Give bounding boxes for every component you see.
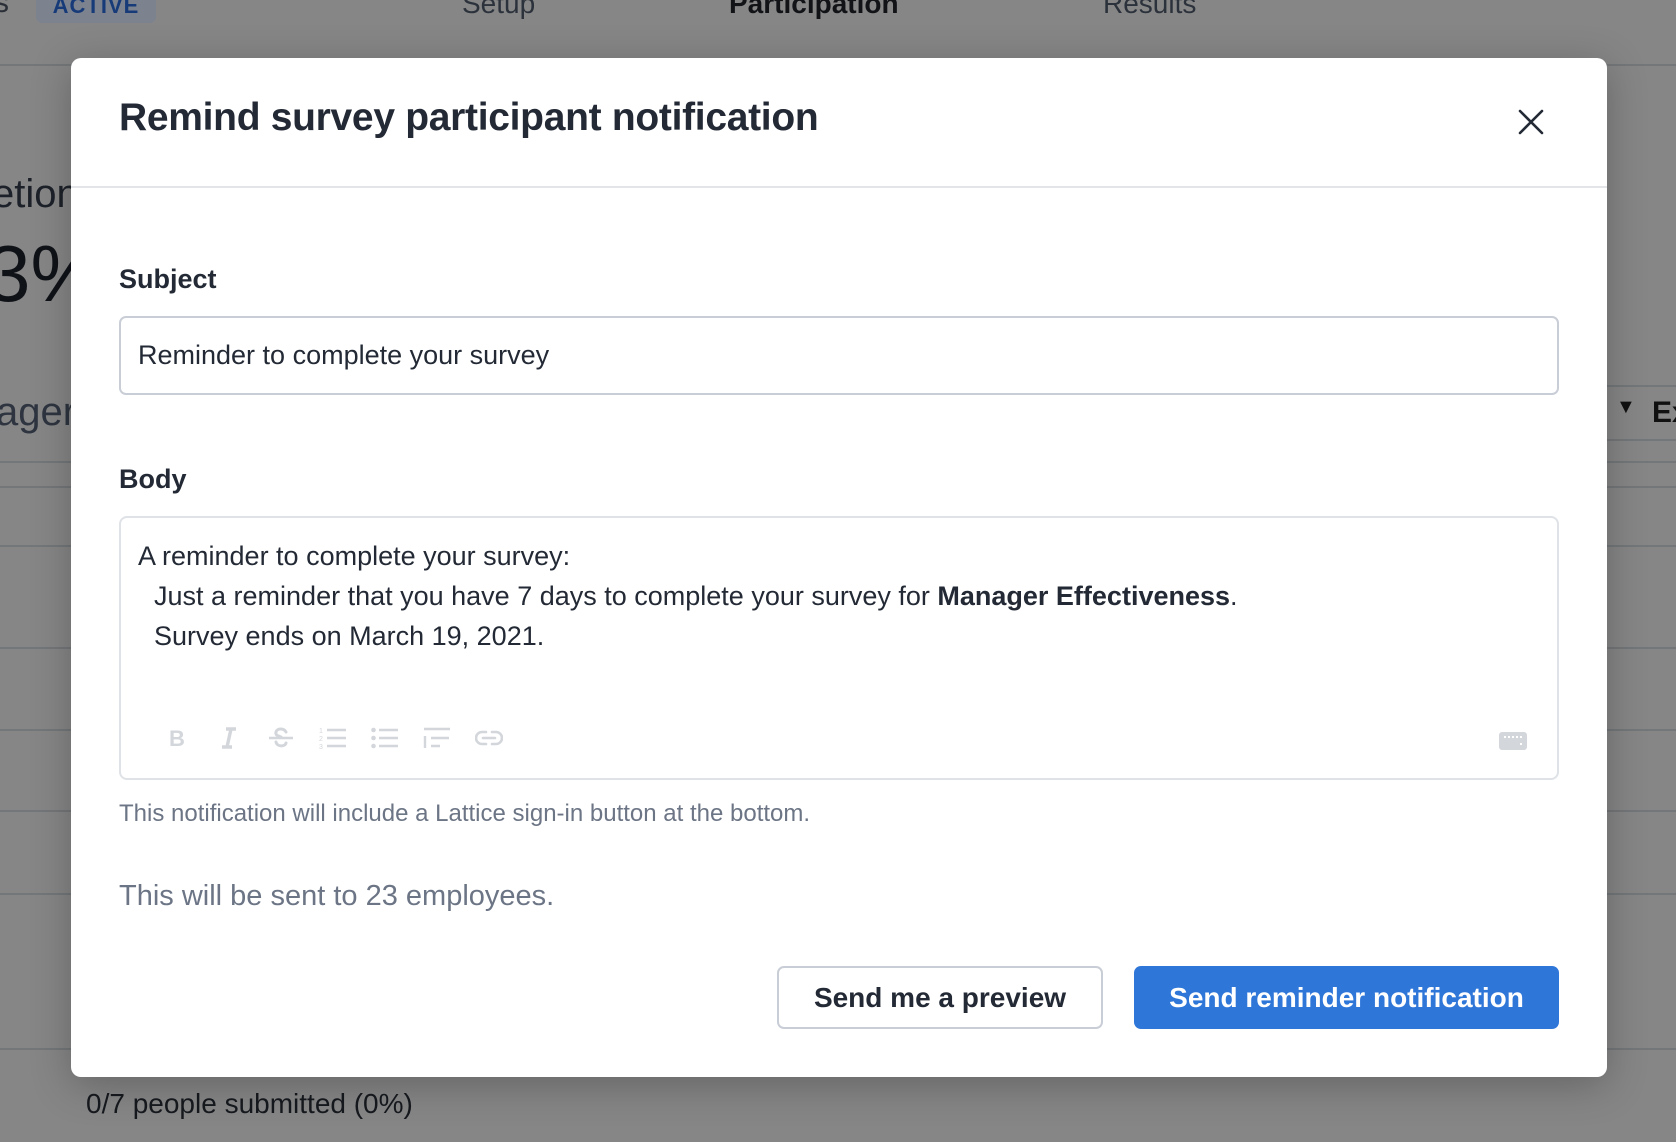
- completion-label: etion: [0, 172, 79, 216]
- send-preview-button[interactable]: Send me a preview: [777, 966, 1103, 1029]
- caret-down-icon[interactable]: ▼: [1616, 396, 1636, 419]
- link-icon: [475, 730, 503, 746]
- status-badge: ACTIVE: [36, 0, 156, 23]
- remind-notification-modal: Remind survey participant notification S…: [71, 58, 1607, 1077]
- svg-text:3: 3: [319, 744, 323, 750]
- svg-text:1: 1: [319, 728, 323, 735]
- page-title-fragment: s: [0, 0, 9, 19]
- close-icon: [1518, 109, 1544, 135]
- send-reminder-button[interactable]: Send reminder notification: [1134, 966, 1559, 1029]
- close-button[interactable]: [1511, 102, 1551, 142]
- body-label: Body: [119, 464, 187, 494]
- italic-icon: [222, 727, 236, 749]
- svg-text:B: B: [169, 727, 185, 749]
- keyboard-icon: [1499, 732, 1527, 750]
- formatting-toolbar: B 1 2 3: [151, 722, 515, 754]
- body-text-span: Just a reminder that you have 7 days to …: [154, 581, 938, 611]
- link-button[interactable]: [463, 722, 515, 754]
- recipients-count: This will be sent to 23 employees.: [119, 880, 555, 912]
- manager-filter-label: ager: [0, 390, 77, 434]
- bullet-list-icon: [371, 727, 398, 749]
- numbered-list-icon: 1 2 3: [319, 728, 346, 750]
- keyboard-shortcuts-button[interactable]: [1499, 732, 1527, 750]
- indent-icon: [423, 727, 450, 748]
- bullet-list-button[interactable]: [359, 722, 411, 754]
- tab-results[interactable]: Results: [1103, 0, 1196, 20]
- divider: [1607, 385, 1676, 387]
- submitted-count: 0/7 people submitted (0%): [86, 1088, 413, 1119]
- helper-text: This notification will include a Lattice…: [119, 800, 811, 827]
- bold-icon: B: [169, 727, 185, 749]
- indent-button[interactable]: [411, 722, 463, 754]
- italic-button[interactable]: [203, 722, 255, 754]
- tab-setup[interactable]: Setup: [462, 0, 535, 20]
- svg-text:2: 2: [319, 736, 323, 743]
- body-editor[interactable]: A reminder to complete your survey: Just…: [119, 516, 1559, 780]
- body-line: Survey ends on March 19, 2021.: [154, 621, 545, 651]
- body-content[interactable]: A reminder to complete your survey: Just…: [138, 536, 1540, 656]
- tab-participation[interactable]: Participation: [729, 0, 899, 20]
- modal-header: Remind survey participant notification: [71, 58, 1607, 188]
- modal-title: Remind survey participant notification: [119, 96, 819, 139]
- strikethrough-button[interactable]: [255, 722, 307, 754]
- body-text-span: .: [1230, 581, 1238, 611]
- body-line: Just a reminder that you have 7 days to …: [138, 576, 1540, 616]
- subject-input[interactable]: [119, 316, 1559, 395]
- subject-label: Subject: [119, 264, 217, 294]
- body-line: A reminder to complete your survey:: [138, 541, 571, 571]
- numbered-list-button[interactable]: 1 2 3: [307, 722, 359, 754]
- divider: [1607, 439, 1676, 441]
- survey-name: Manager Effectiveness: [937, 581, 1231, 611]
- strikethrough-icon: [269, 727, 293, 748]
- bold-button[interactable]: B: [151, 722, 203, 754]
- export-button[interactable]: Ex: [1652, 396, 1676, 430]
